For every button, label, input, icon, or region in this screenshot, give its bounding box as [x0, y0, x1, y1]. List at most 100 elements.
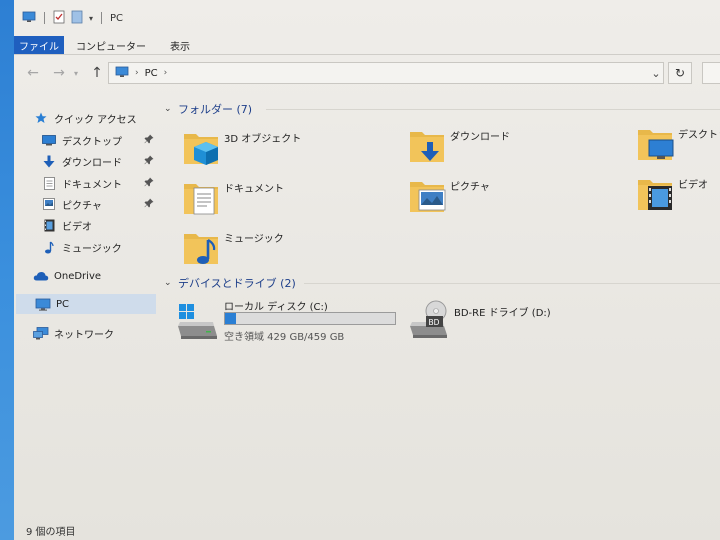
desktop-background [0, 0, 14, 540]
address-location[interactable]: PC [145, 68, 158, 79]
svg-text:BD: BD [429, 318, 440, 327]
drives-group-divider [304, 283, 720, 284]
sidebar-item-label: ミュージック [62, 243, 122, 255]
tab-file[interactable]: ファイル [14, 36, 64, 54]
status-bar: 9 個の項目 [14, 520, 720, 540]
video-icon [40, 219, 58, 232]
document-icon [40, 176, 58, 190]
pin-icon[interactable] [144, 198, 154, 211]
navigation-pane: クイック アクセス デスクトップ ダウンロード ドキュメント ピクチャ ビデオ … [14, 100, 158, 520]
recent-locations-icon[interactable]: ▾ [70, 62, 82, 84]
disk-free-space: 空き領域 429 GB/459 GB [224, 332, 345, 343]
picture-icon [40, 198, 58, 210]
sidebar-item-label: OneDrive [54, 270, 102, 282]
folder-music[interactable]: ミュージック [182, 228, 382, 272]
pictures-folder-icon [408, 176, 448, 218]
desktop-folder-icon [636, 124, 676, 166]
address-row: ← → ▾ ↑ › PC › ⌄ ↻ [14, 60, 720, 86]
sidebar-item-pictures[interactable]: ピクチャ [40, 194, 156, 214]
chevron-right-icon[interactable]: › [135, 68, 139, 78]
computer-icon [34, 298, 52, 311]
customize-dropdown-icon[interactable]: ▾ [89, 14, 93, 23]
drives-group-header[interactable]: ⌄ デバイスとドライブ (2) [164, 275, 296, 291]
folders-group-divider [266, 109, 720, 110]
folder-3d-objects[interactable]: 3D オブジェクト [182, 128, 382, 172]
cloud-icon [32, 271, 50, 281]
network-icon [32, 326, 50, 340]
sidebar-item-label: ドキュメント [62, 179, 122, 191]
music-folder-icon [182, 228, 222, 270]
screen: ▾ PC ファイル コンピューター 表示 ← → ▾ ↑ › PC › ⌄ ↻ … [0, 0, 720, 540]
new-folder-icon[interactable] [71, 10, 83, 27]
sidebar-item-onedrive[interactable]: OneDrive [32, 266, 156, 286]
computer-icon [115, 66, 129, 81]
drive-label: BD-RE ドライブ (D:) [454, 308, 551, 319]
music-icon [40, 241, 58, 254]
sidebar-item-music[interactable]: ミュージック [40, 237, 156, 257]
address-bar[interactable]: › PC › [108, 62, 664, 84]
drives-group-title: デバイスとドライブ (2) [178, 277, 296, 290]
star-icon [32, 112, 50, 124]
sidebar-item-label: ネットワーク [54, 329, 114, 341]
address-dropdown-icon[interactable]: ⌄ [646, 62, 666, 84]
bd-drive-icon: BD [408, 300, 450, 343]
up-button[interactable]: ↑ [86, 62, 108, 84]
documents-folder-icon [182, 178, 222, 220]
refresh-button[interactable]: ↻ [668, 62, 692, 84]
sidebar-item-videos[interactable]: ビデオ [40, 215, 156, 235]
folder-label: ミュージック [224, 234, 284, 245]
pin-icon[interactable] [144, 134, 154, 147]
chevron-down-icon[interactable]: ⌄ [164, 278, 178, 288]
sidebar-item-downloads[interactable]: ダウンロード [40, 151, 156, 171]
sidebar-item-label: ビデオ [62, 221, 92, 233]
3d-objects-folder-icon [182, 128, 222, 170]
item-count: 9 個の項目 [26, 526, 76, 538]
folders-group-header[interactable]: ⌄ フォルダー (7) [164, 101, 252, 117]
sidebar-item-quick-access[interactable]: クイック アクセス [32, 108, 156, 128]
videos-folder-icon [636, 174, 676, 216]
sidebar-item-label: ピクチャ [62, 200, 102, 212]
quick-access-toolbar: ▾ [22, 10, 104, 27]
folder-label: ビデオ [678, 180, 708, 191]
properties-icon[interactable] [53, 10, 65, 27]
folder-pictures[interactable]: ピクチャ [408, 176, 608, 220]
disk-usage-fill [225, 313, 237, 324]
sidebar-item-documents[interactable]: ドキュメント [40, 173, 156, 193]
search-input[interactable] [702, 62, 720, 84]
sidebar-item-label: PC [56, 298, 70, 310]
file-explorer-window: ▾ PC ファイル コンピューター 表示 ← → ▾ ↑ › PC › ⌄ ↻ … [14, 0, 720, 540]
folder-label: ダウンロード [450, 132, 510, 143]
folder-label: デスクトップ [678, 130, 720, 141]
folders-group-title: フォルダー (7) [178, 103, 253, 116]
pin-icon[interactable] [144, 177, 154, 190]
toolbar-separator [101, 12, 103, 24]
folder-videos[interactable]: ビデオ [636, 174, 720, 218]
sidebar-item-label: クイック アクセス [54, 114, 137, 126]
folder-label: ピクチャ [450, 182, 490, 193]
sidebar-item-network[interactable]: ネットワーク [32, 323, 156, 343]
sidebar-item-label: ダウンロード [62, 157, 122, 169]
window-title: PC [110, 12, 124, 24]
forward-button[interactable]: → [48, 62, 70, 84]
back-button[interactable]: ← [22, 62, 44, 84]
ribbon-divider [14, 54, 720, 55]
sidebar-item-desktop[interactable]: デスクトップ [40, 130, 156, 150]
chevron-right-icon[interactable]: › [164, 68, 168, 78]
chevron-down-icon[interactable]: ⌄ [164, 104, 178, 114]
desktop-icon [40, 134, 58, 146]
folder-downloads[interactable]: ダウンロード [408, 126, 608, 170]
folder-desktop[interactable]: デスクトップ [636, 124, 720, 168]
windows-drive-icon [176, 302, 218, 345]
download-arrow-icon [40, 155, 58, 168]
pin-icon[interactable] [144, 155, 154, 168]
ribbon-tabs: ファイル コンピューター 表示 [14, 36, 720, 54]
tab-computer[interactable]: コンピューター [64, 36, 158, 54]
tab-view[interactable]: 表示 [158, 36, 202, 54]
computer-icon[interactable] [22, 11, 36, 26]
folder-documents[interactable]: ドキュメント [182, 178, 382, 222]
sidebar-item-label: デスクトップ [62, 136, 122, 148]
sidebar-item-pc[interactable]: PC [16, 294, 156, 314]
folder-label: ドキュメント [224, 184, 284, 195]
toolbar-separator [44, 12, 45, 24]
disk-usage-bar [224, 312, 396, 325]
